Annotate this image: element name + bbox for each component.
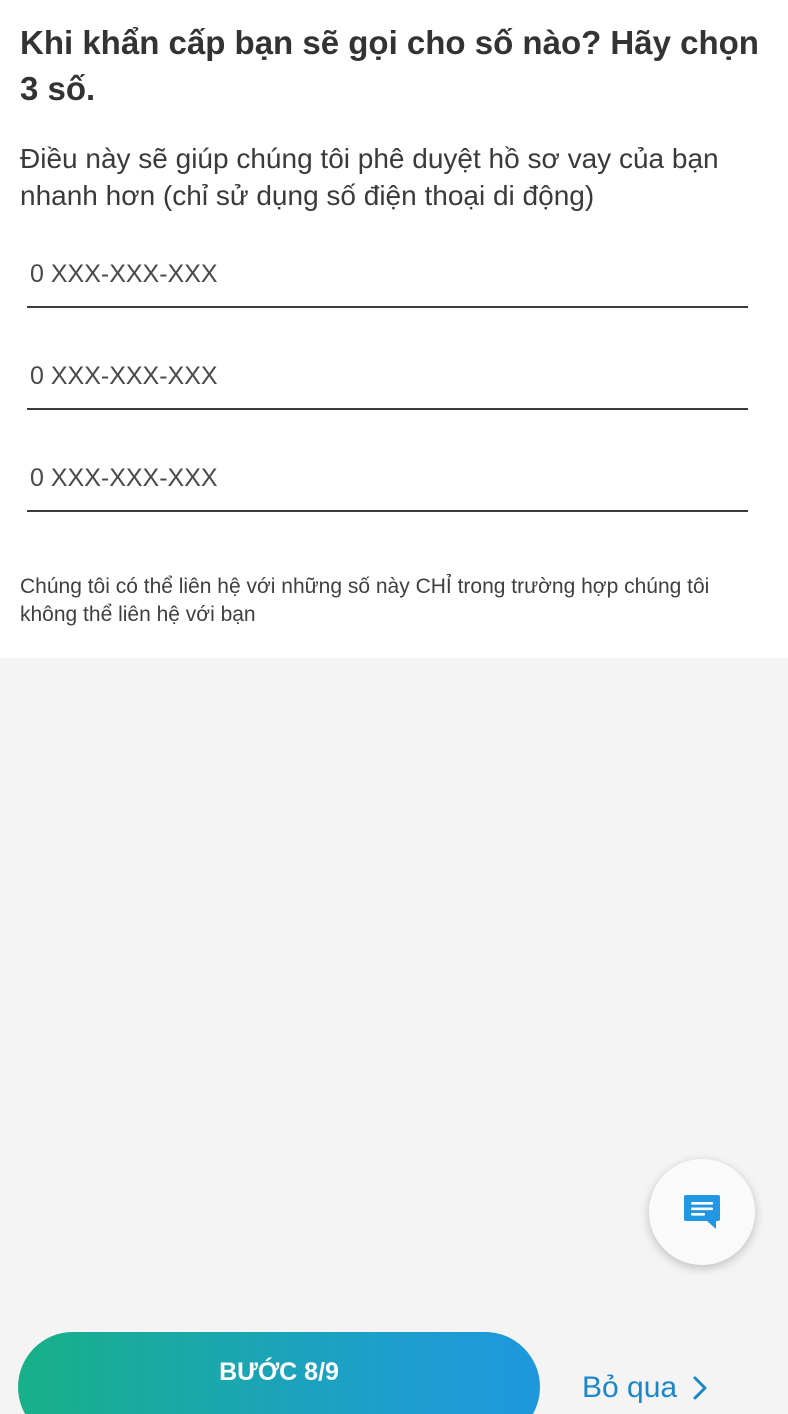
emergency-contacts-form: Khi khẩn cấp bạn sẽ gọi cho số nào? Hãy … xyxy=(0,0,788,658)
privacy-note: Chúng tôi có thể liên hệ với những số nà… xyxy=(20,575,710,626)
chat-button[interactable] xyxy=(649,1159,755,1265)
skip-label: Bỏ qua xyxy=(582,1371,678,1404)
skip-button[interactable]: Bỏ qua xyxy=(582,1368,707,1408)
page-subtitle: Điều này sẽ giúp chúng tôi phê duyệt hồ … xyxy=(20,143,719,211)
chat-bubble-icon xyxy=(684,1195,720,1229)
page-title: Khi khẩn cấp bạn sẽ gọi cho số nào? Hãy … xyxy=(20,24,759,107)
loan-application-step: Khi khẩn cấp bạn sẽ gọi cho số nào? Hãy … xyxy=(0,0,788,1414)
emergency-phone-input-1[interactable] xyxy=(27,242,748,308)
emergency-phone-input-3[interactable] xyxy=(27,446,748,512)
emergency-phone-input-2[interactable] xyxy=(27,344,748,410)
chevron-right-icon xyxy=(693,1376,707,1400)
next-step-button[interactable]: BƯỚC 8/9 xyxy=(18,1332,540,1414)
